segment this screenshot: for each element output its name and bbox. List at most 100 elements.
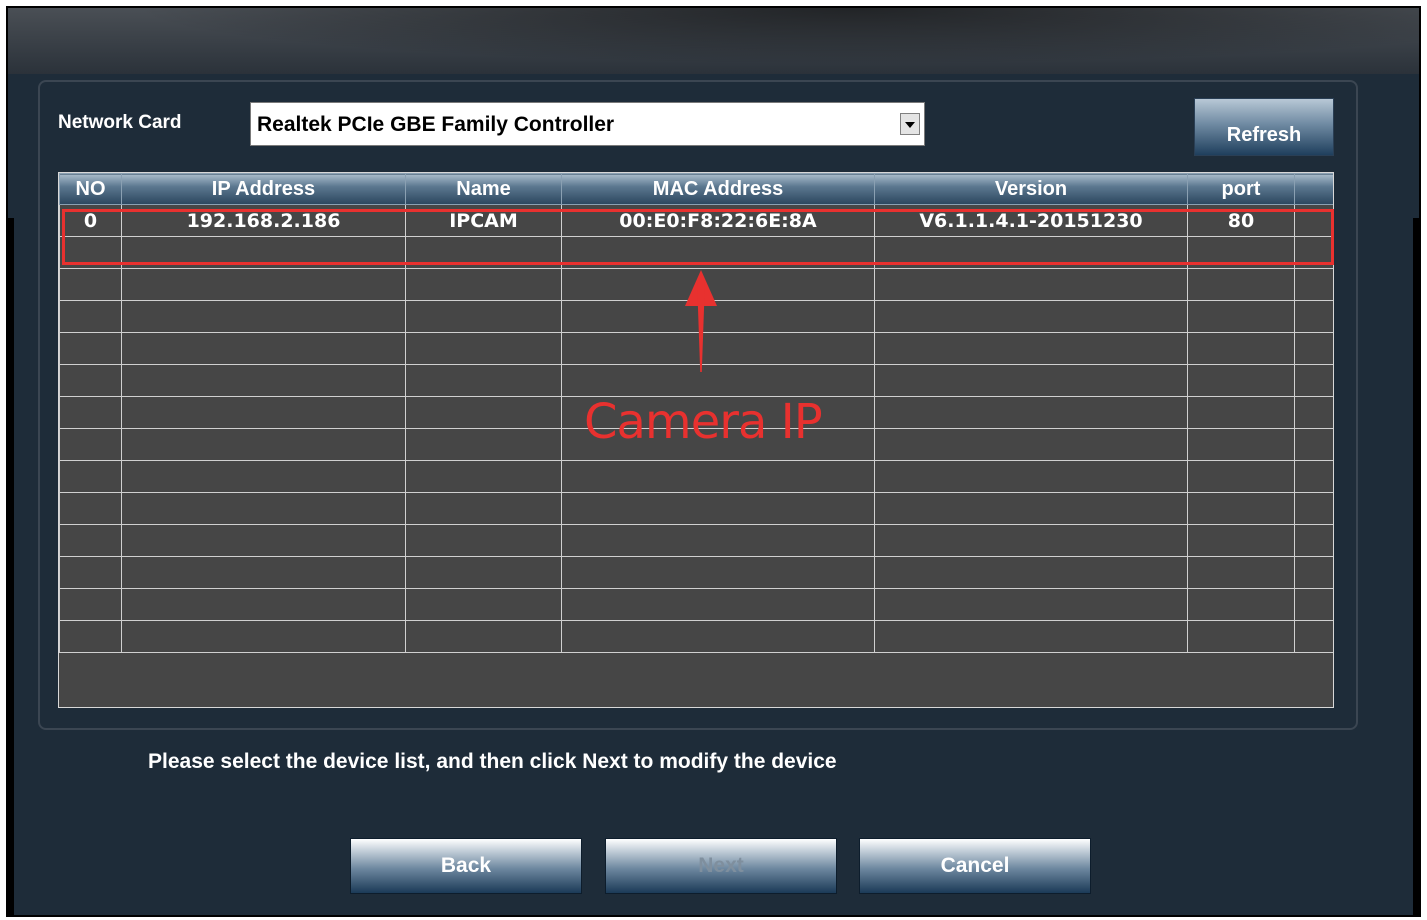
empty-cell xyxy=(1187,492,1295,525)
cell-extra xyxy=(1294,204,1333,237)
table-row[interactable] xyxy=(59,556,1333,589)
empty-cell xyxy=(59,620,122,653)
empty-cell xyxy=(561,524,875,557)
empty-cell xyxy=(1187,460,1295,493)
table-row[interactable] xyxy=(59,620,1333,653)
empty-cell xyxy=(874,524,1188,557)
empty-cell xyxy=(874,332,1188,365)
empty-cell xyxy=(874,428,1188,461)
empty-cell xyxy=(1294,332,1333,365)
empty-cell xyxy=(1187,556,1295,589)
cell-name: IPCAM xyxy=(405,204,562,237)
empty-cell xyxy=(561,460,875,493)
empty-cell xyxy=(874,588,1188,621)
column-header-no[interactable]: NO xyxy=(59,173,122,205)
empty-cell xyxy=(874,556,1188,589)
empty-cell xyxy=(121,236,406,269)
empty-cell xyxy=(121,460,406,493)
empty-cell xyxy=(1187,268,1295,301)
empty-cell xyxy=(1187,524,1295,557)
cancel-button[interactable]: Cancel xyxy=(859,838,1091,894)
empty-cell xyxy=(1294,428,1333,461)
network-card-label: Network Card xyxy=(58,112,182,133)
network-card-select[interactable]: Realtek PCIe GBE Family Controller xyxy=(250,102,925,146)
empty-cell xyxy=(561,236,875,269)
table-row[interactable] xyxy=(59,364,1333,397)
empty-cell xyxy=(874,492,1188,525)
table-row[interactable] xyxy=(59,236,1333,269)
empty-cell xyxy=(59,556,122,589)
empty-cell xyxy=(561,268,875,301)
empty-cell xyxy=(1294,524,1333,557)
title-bar[interactable] xyxy=(8,8,1419,74)
empty-cell xyxy=(405,428,562,461)
empty-cell xyxy=(121,364,406,397)
empty-cell xyxy=(405,332,562,365)
empty-cell xyxy=(121,332,406,365)
empty-cell xyxy=(59,300,122,333)
table-row[interactable]: 0 192.168.2.186 IPCAM 00:E0:F8:22:6E:8A … xyxy=(59,204,1333,237)
empty-cell xyxy=(561,300,875,333)
annotation-label: Camera IP xyxy=(584,394,823,450)
empty-cell xyxy=(405,620,562,653)
empty-cell xyxy=(59,428,122,461)
empty-cell xyxy=(1294,460,1333,493)
empty-cell xyxy=(121,300,406,333)
empty-cell xyxy=(59,332,122,365)
empty-cell xyxy=(1294,396,1333,429)
network-card-value: Realtek PCIe GBE Family Controller xyxy=(257,113,615,136)
window-left-edge xyxy=(8,218,14,915)
empty-cell xyxy=(874,364,1188,397)
next-button[interactable]: Next xyxy=(605,838,837,894)
empty-cell xyxy=(874,268,1188,301)
empty-cell xyxy=(874,396,1188,429)
column-header-port[interactable]: port xyxy=(1187,173,1295,205)
empty-cell xyxy=(1294,492,1333,525)
empty-cell xyxy=(405,268,562,301)
column-header-version[interactable]: Version xyxy=(874,173,1188,205)
table-row[interactable] xyxy=(59,524,1333,557)
table-row[interactable] xyxy=(59,332,1333,365)
empty-cell xyxy=(1187,364,1295,397)
cell-mac-address: 00:E0:F8:22:6E:8A xyxy=(561,204,875,237)
empty-cell xyxy=(121,492,406,525)
table-row[interactable] xyxy=(59,588,1333,621)
table-row[interactable] xyxy=(59,460,1333,493)
window-right-edge xyxy=(1413,218,1419,915)
table-row[interactable] xyxy=(59,492,1333,525)
empty-cell xyxy=(121,428,406,461)
cell-ip-address: 192.168.2.186 xyxy=(121,204,406,237)
back-button[interactable]: Back xyxy=(350,838,582,894)
empty-cell xyxy=(561,332,875,365)
chevron-down-icon[interactable] xyxy=(900,113,920,135)
empty-cell xyxy=(405,396,562,429)
empty-cell xyxy=(1294,364,1333,397)
empty-cell xyxy=(561,588,875,621)
empty-cell xyxy=(59,588,122,621)
empty-cell xyxy=(1294,236,1333,269)
cell-no: 0 xyxy=(59,204,122,237)
empty-cell xyxy=(1187,332,1295,365)
empty-cell xyxy=(405,236,562,269)
column-header-ip-address[interactable]: IP Address xyxy=(121,173,406,205)
empty-cell xyxy=(561,620,875,653)
column-header-name[interactable]: Name xyxy=(405,173,562,205)
empty-cell xyxy=(405,556,562,589)
empty-cell xyxy=(405,364,562,397)
refresh-button[interactable]: Refresh xyxy=(1194,98,1334,156)
column-header-mac-address[interactable]: MAC Address xyxy=(561,173,875,205)
instruction-text: Please select the device list, and then … xyxy=(148,750,837,773)
empty-cell xyxy=(1294,556,1333,589)
empty-cell xyxy=(121,268,406,301)
empty-cell xyxy=(59,460,122,493)
empty-cell xyxy=(405,588,562,621)
empty-cell xyxy=(1187,588,1295,621)
empty-cell xyxy=(874,620,1188,653)
empty-cell xyxy=(1294,588,1333,621)
cell-port: 80 xyxy=(1187,204,1295,237)
empty-cell xyxy=(874,300,1188,333)
empty-cell xyxy=(874,460,1188,493)
empty-cell xyxy=(59,268,122,301)
empty-cell xyxy=(1187,428,1295,461)
empty-cell xyxy=(1187,396,1295,429)
